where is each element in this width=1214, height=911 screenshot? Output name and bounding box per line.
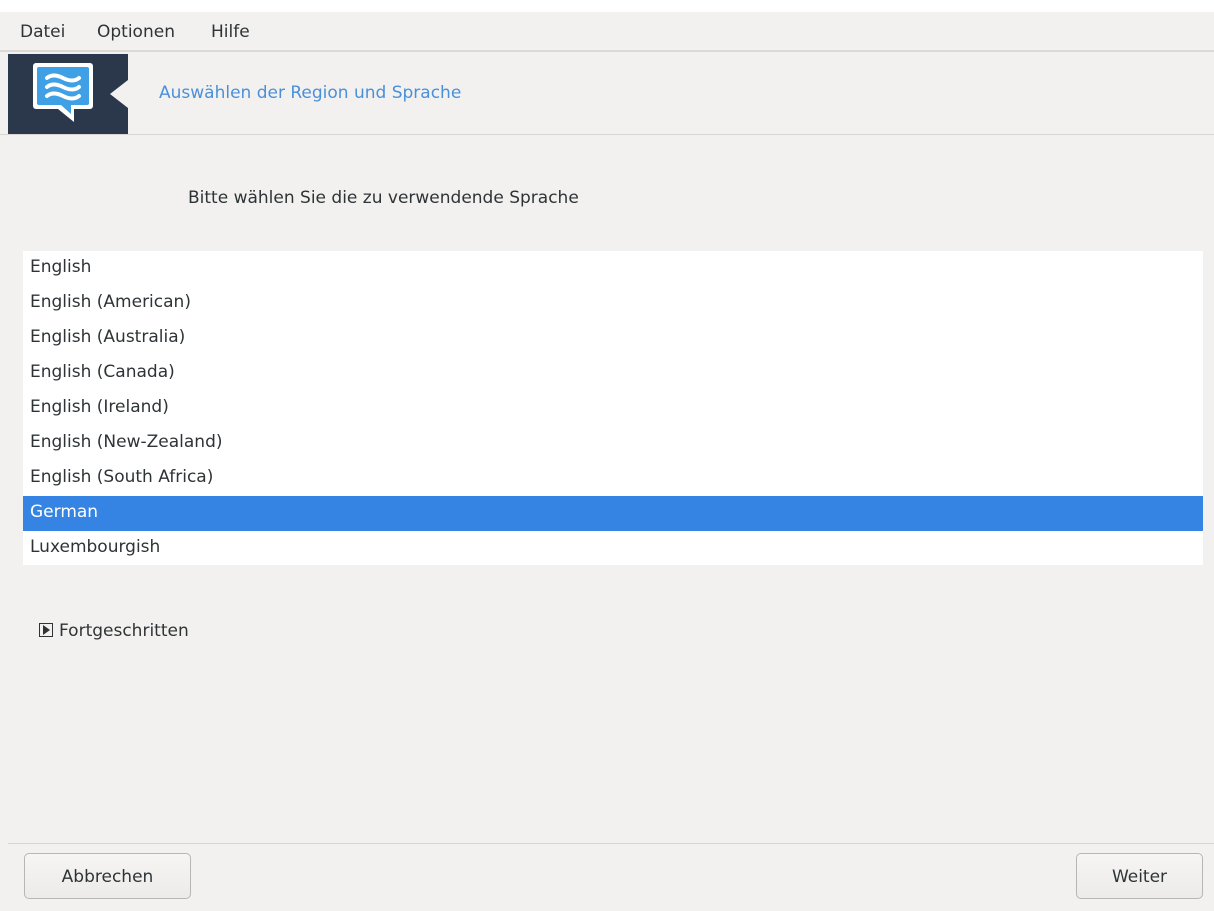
menubar: Datei Optionen Hilfe [0,12,1214,52]
page-title: Auswählen der Region und Sprache [159,83,462,103]
language-list[interactable]: English English (American) English (Aust… [23,251,1203,565]
language-item[interactable]: English [23,251,1203,286]
window-top-strip [0,0,1214,12]
expander-right-icon [39,623,53,637]
language-item[interactable]: English (American) [23,286,1203,321]
advanced-label: Fortgeschritten [59,621,189,641]
menu-optionen[interactable]: Optionen [97,20,175,44]
next-button[interactable]: Weiter [1076,853,1203,899]
language-item[interactable]: English (New-Zealand) [23,426,1203,461]
language-item-selected[interactable]: German [23,496,1203,531]
language-item[interactable]: English (Canada) [23,356,1203,391]
language-prompt: Bitte wählen Sie die zu verwendende Spra… [188,188,579,208]
advanced-expander[interactable]: Fortgeschritten [39,618,189,644]
language-item[interactable]: English (Australia) [23,321,1203,356]
language-item[interactable]: English (Ireland) [23,391,1203,426]
language-item[interactable]: English (South Africa) [23,461,1203,496]
footer-separator [8,843,1214,844]
header-notch [110,80,128,108]
language-item[interactable]: Luxembourgish [23,531,1203,565]
menu-hilfe[interactable]: Hilfe [211,20,250,44]
cancel-button[interactable]: Abbrechen [24,853,191,899]
menu-datei[interactable]: Datei [20,20,65,44]
wizard-header: Auswählen der Region und Sprache [0,52,1214,135]
